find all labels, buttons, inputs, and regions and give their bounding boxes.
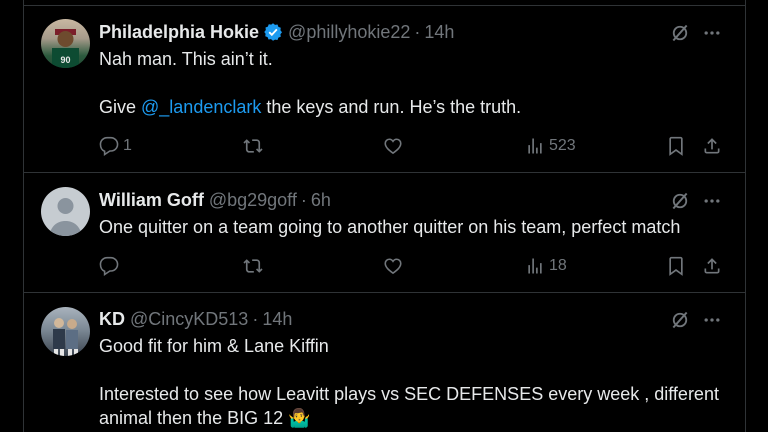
tweet-card-3[interactable]: KD @CincyKD513 · 14h Good fit for him & … — [24, 293, 745, 432]
more-icon[interactable] — [702, 191, 722, 211]
separator: · — [300, 189, 307, 210]
share-icon — [702, 256, 722, 276]
tweet-text: One quitter on a team going to another q… — [99, 215, 733, 239]
repost-button[interactable] — [243, 256, 263, 276]
tweet-text-line: animal then the BIG 12 🤷‍♂️ — [99, 408, 311, 428]
verified-badge-icon — [263, 22, 283, 42]
separator: · — [414, 21, 421, 42]
views-count: 523 — [549, 137, 576, 154]
display-name[interactable]: William Goff — [99, 190, 204, 211]
tweet-text-fragment: Give — [99, 97, 142, 117]
tweet-text-line: Good fit for him & Lane Kiffin — [99, 336, 329, 356]
reply-icon — [99, 136, 119, 156]
like-button[interactable] — [383, 136, 403, 156]
reply-icon — [99, 256, 119, 276]
tweet-text-line: Nah man. This ain’t it. — [99, 49, 273, 69]
display-name[interactable]: KD — [99, 309, 125, 330]
bookmark-button[interactable] — [666, 136, 686, 156]
share-button[interactable] — [702, 256, 722, 276]
tweet-header: Philadelphia Hokie @phillyhokie22 · 14h — [99, 19, 685, 45]
views-icon — [525, 136, 545, 156]
handle[interactable]: @bg29goff — [209, 190, 297, 211]
tweet-text-line: One quitter on a team going to another q… — [99, 217, 681, 237]
separator: · — [252, 308, 259, 329]
tweet-text: Good fit for him & Lane Kiffin Intereste… — [99, 334, 733, 430]
avatar[interactable]: 90 — [41, 19, 90, 68]
bookmark-icon — [666, 136, 686, 156]
tweet-text: Nah man. This ain’t it. Give @_landencla… — [99, 47, 733, 119]
tweet-header: KD @CincyKD513 · 14h — [99, 306, 685, 332]
views-icon — [525, 256, 545, 276]
tweet-text-fragment: the keys and run. He’s the truth. — [261, 97, 522, 117]
bookmark-icon — [666, 256, 686, 276]
grok-icon[interactable] — [670, 23, 690, 43]
timeline-column: 90 Philadelphia Hokie @phillyhokie22 · 1… — [23, 0, 746, 432]
avatar[interactable] — [41, 307, 90, 356]
svg-text:90: 90 — [60, 55, 70, 65]
more-icon[interactable] — [702, 23, 722, 43]
bookmark-button[interactable] — [666, 256, 686, 276]
more-icon[interactable] — [702, 310, 722, 330]
repost-icon — [243, 256, 263, 276]
reply-count: 1 — [123, 137, 132, 154]
like-button[interactable] — [383, 256, 403, 276]
handle[interactable]: @phillyhokie22 — [288, 22, 410, 43]
views-button[interactable]: 18 — [525, 256, 567, 276]
tweet-text-line: Interested to see how Leavitt plays vs S… — [99, 384, 719, 404]
share-icon — [702, 136, 722, 156]
handle[interactable]: @CincyKD513 — [130, 309, 248, 330]
grok-icon[interactable] — [670, 310, 690, 330]
reply-button[interactable]: 1 — [99, 136, 132, 156]
tweet-header: William Goff @bg29goff · 6h — [99, 187, 685, 213]
reply-button[interactable] — [99, 256, 119, 276]
repost-icon — [243, 136, 263, 156]
timestamp[interactable]: 6h — [311, 190, 331, 211]
tweet-card-1[interactable]: 90 Philadelphia Hokie @phillyhokie22 · 1… — [24, 6, 745, 173]
views-count: 18 — [549, 257, 567, 274]
tweet-text-line: Give @_landenclark the keys and run. He’… — [99, 95, 733, 119]
display-name[interactable]: Philadelphia Hokie — [99, 22, 259, 43]
timestamp[interactable]: 14h — [262, 309, 292, 330]
share-button[interactable] — [702, 136, 722, 156]
views-button[interactable]: 523 — [525, 136, 576, 156]
grok-icon[interactable] — [670, 191, 690, 211]
tweet-card-2[interactable]: William Goff @bg29goff · 6h One quitter … — [24, 173, 745, 293]
timestamp[interactable]: 14h — [424, 22, 454, 43]
avatar[interactable] — [41, 187, 90, 236]
like-icon — [383, 136, 403, 156]
repost-button[interactable] — [243, 136, 263, 156]
mention-link[interactable]: @_landenclark — [141, 97, 261, 117]
like-icon — [383, 256, 403, 276]
